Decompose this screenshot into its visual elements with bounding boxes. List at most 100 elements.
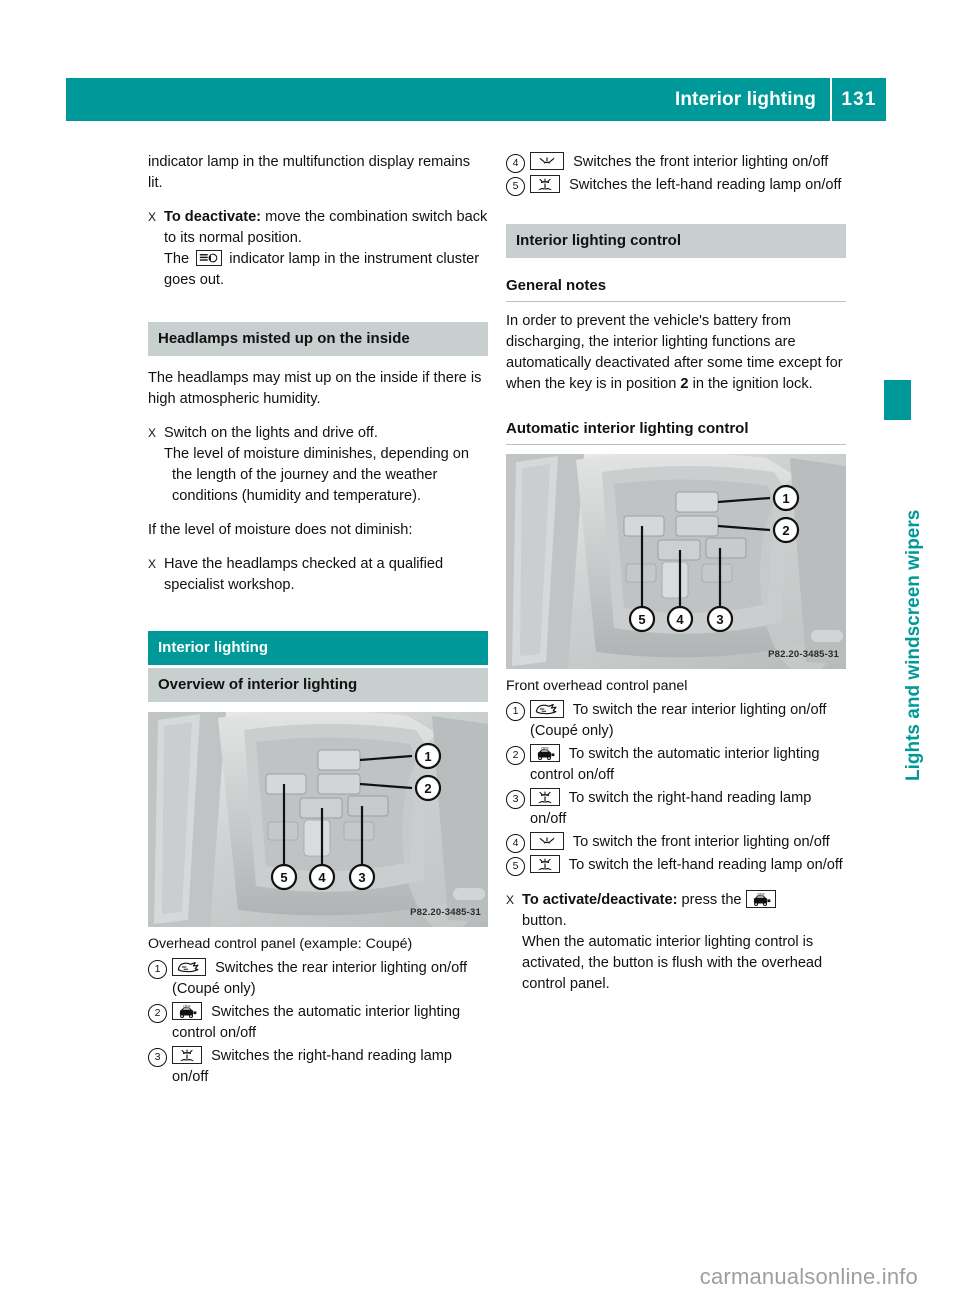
reading-lamp-icon (530, 175, 560, 193)
step-text: Switch on the lights and drive off. (164, 425, 378, 441)
front-interior-lighting-icon (530, 152, 564, 170)
item-text: To switch the front interior lighting on… (572, 834, 830, 850)
overhead-panel-illustration: 1 2 5 4 3 (148, 712, 488, 927)
subsection-heading-automatic-control: Automatic interior lighting control (506, 418, 846, 445)
rear-interior-lighting-icon (530, 700, 564, 718)
step-bold-lead: To activate/deactivate: (522, 892, 678, 908)
item-number: 2 (148, 1004, 167, 1023)
overview-item-list-continued: 4 Switches the front interior lighting o… (506, 152, 846, 196)
list-item: 5 To switch the left-hand reading lamp o… (506, 855, 846, 876)
item-number: 3 (506, 790, 525, 809)
step-followup-text: When the automatic interior lighting con… (522, 934, 823, 992)
item-number: 4 (506, 154, 525, 173)
list-item: 5 Switches the left-hand reading lamp on… (506, 175, 846, 196)
item-text: To switch the right-hand reading lamp on… (530, 790, 812, 827)
chapter-side-tab: Lights and windscreen wipers (884, 380, 926, 800)
step-text: To deactivate: move the combination swit… (164, 207, 488, 291)
figure-overhead-control-panel: 1 2 5 4 3 P82.20-3485-31 (148, 712, 488, 927)
continued-paragraph: indicator lamp in the multifunction disp… (148, 154, 471, 191)
page-header: Interior lighting 131 (66, 78, 886, 121)
item-number: 5 (506, 857, 525, 876)
step-bold-lead: To deactivate: (164, 209, 262, 225)
list-item: 1 Switches the rear interior lighting on… (148, 958, 488, 1000)
svg-text:1: 1 (782, 491, 789, 506)
front-interior-lighting-icon (530, 832, 564, 850)
figure-code: P82.20-3485-31 (768, 649, 839, 660)
line-before-icon: The (164, 251, 190, 267)
item-text: To switch the rear interior lighting on/… (530, 702, 827, 739)
item-number: 1 (148, 960, 167, 979)
svg-text:5: 5 (280, 870, 287, 885)
svg-text:2: 2 (782, 523, 789, 538)
headlamps-mid-text: If the level of moisture does not dimini… (148, 522, 413, 538)
item-number: 5 (506, 177, 525, 196)
key-position-value: 2 (680, 376, 689, 392)
figure-front-overhead-control-panel: 1 2 5 4 3 P82.20-3485-31 (506, 454, 846, 669)
item-number: 2 (506, 746, 525, 765)
item-text: Switches the automatic interior lighting… (172, 1004, 461, 1041)
headlamps-intro: The headlamps may mist up on the inside … (148, 370, 482, 407)
svg-text:3: 3 (358, 870, 365, 885)
page-number: 131 (841, 88, 877, 110)
svg-text:3: 3 (716, 612, 723, 627)
svg-text:1: 1 (424, 749, 431, 764)
list-item: 2 OFF Switches the automatic interior li… (148, 1002, 488, 1044)
svg-text:4: 4 (318, 870, 326, 885)
step-to-deactivate: X To deactivate: move the combination sw… (148, 207, 488, 291)
section-heading-interior-lighting: Interior lighting (148, 631, 488, 665)
step-text-after-icon: button. (522, 913, 567, 929)
list-item: 1 To switch the rear interior lighting o… (506, 700, 846, 742)
rear-interior-lighting-icon (172, 958, 206, 976)
automatic-interior-lighting-icon: OFF (530, 744, 560, 762)
automatic-interior-lighting-icon: OFF (172, 1002, 202, 1020)
svg-text:5: 5 (638, 612, 645, 627)
list-item: 3 To switch the right-hand reading lamp … (506, 788, 846, 830)
svg-text:4: 4 (676, 612, 684, 627)
page-title: Interior lighting (674, 88, 816, 110)
item-text: To switch the left-hand reading lamp on/… (568, 857, 843, 873)
section-heading-interior-lighting-control: Interior lighting control (506, 224, 846, 258)
svg-text:2: 2 (424, 781, 431, 796)
item-number: 1 (506, 702, 525, 721)
general-notes-part2: in the ignition lock. (688, 376, 813, 392)
step-marker: X (148, 210, 157, 224)
list-item: 3 Switches the right-hand reading lamp o… (148, 1046, 488, 1088)
fog-lamp-indicator-icon (196, 250, 223, 266)
item-text: To switch the automatic interior lightin… (530, 746, 820, 783)
list-item: 4 To switch the front interior lighting … (506, 832, 846, 853)
step-marker: X (148, 557, 157, 571)
side-tab-label: Lights and windscreen wipers (903, 509, 924, 781)
subsection-heading-overview: Overview of interior lighting (148, 668, 488, 702)
item-text: Switches the left-hand reading lamp on/o… (569, 177, 842, 193)
figure-caption: Front overhead control panel (506, 678, 688, 694)
step-switch-on-lights: X Switch on the lights and drive off. Th… (148, 423, 488, 507)
left-column: indicator lamp in the multifunction disp… (148, 152, 488, 1090)
general-notes-text: In order to prevent the vehicle's batter… (506, 311, 846, 395)
item-text: Switches the front interior lighting on/… (573, 154, 829, 170)
item-number: 4 (506, 834, 525, 853)
right-column: 4 Switches the front interior lighting o… (506, 152, 846, 1008)
step-marker: X (506, 893, 515, 907)
reading-lamp-icon (530, 788, 560, 806)
step-text: Have the headlamps checked at a qualifie… (164, 556, 444, 593)
step-text-before-icon: press the (677, 892, 746, 908)
automatic-interior-lighting-icon: OFF (745, 890, 776, 908)
step-to-activate-deactivate: X To activate/deactivate: press the OFF … (506, 890, 846, 995)
item-number: 3 (148, 1048, 167, 1067)
reading-lamp-icon (172, 1046, 202, 1064)
subsection-heading-general-notes: General notes (506, 275, 846, 302)
reading-lamp-icon (530, 855, 560, 873)
watermark: carmanualsonline.info (699, 1264, 918, 1289)
figure-code: P82.20-3485-31 (410, 907, 481, 918)
figure-caption: Overhead control panel (example: Coupé) (148, 936, 413, 952)
item-text: Switches the right-hand reading lamp on/… (172, 1048, 452, 1085)
list-item: 4 Switches the front interior lighting o… (506, 152, 846, 173)
overview-item-list: 1 Switches the rear interior lighting on… (148, 958, 488, 1088)
item-text: Switches the rear interior lighting on/o… (172, 960, 468, 997)
section-heading-headlamps-misted: Headlamps misted up on the inside (148, 322, 488, 356)
list-item: 2 OFF To switch the automatic interior l… (506, 744, 846, 786)
step-have-headlamps-checked: X Have the headlamps checked at a qualif… (148, 554, 488, 596)
step-subtext: The level of moisture diminishes, depend… (164, 446, 470, 504)
automatic-control-item-list: 1 To switch the rear interior lighting o… (506, 700, 846, 876)
step-marker: X (148, 426, 157, 440)
